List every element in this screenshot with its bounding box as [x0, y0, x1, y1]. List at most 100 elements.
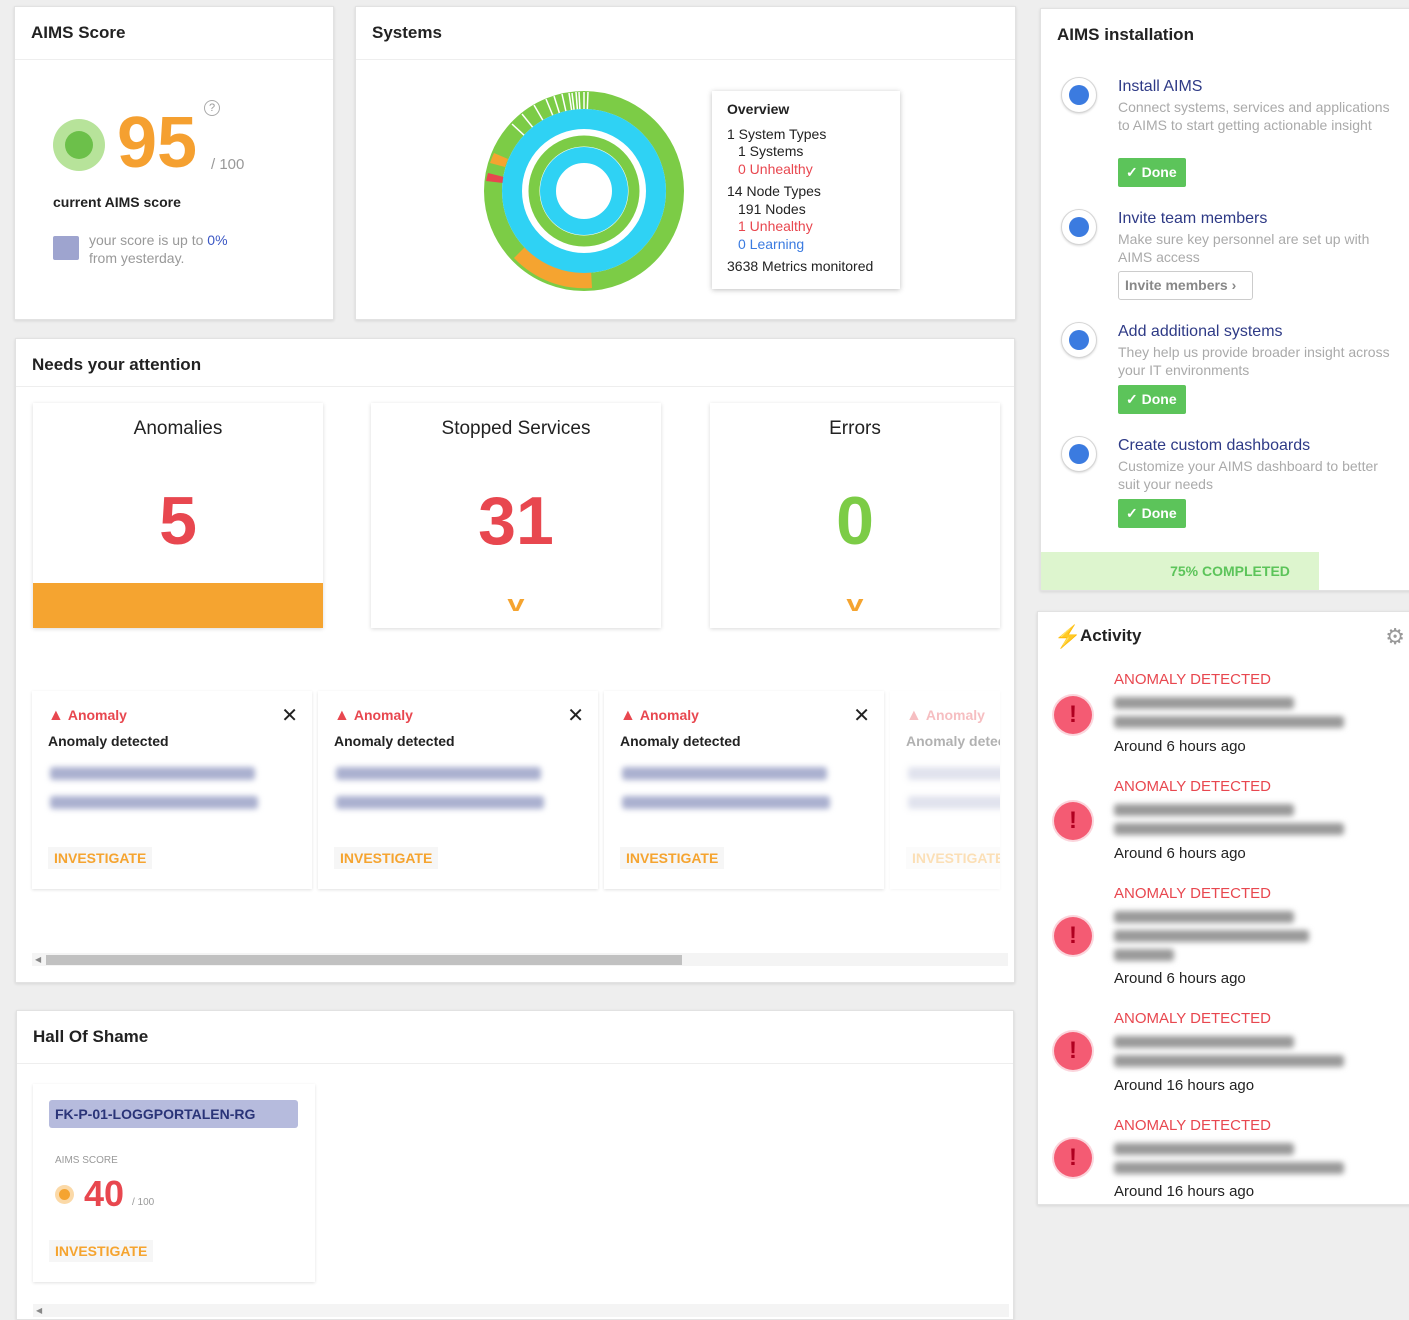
redacted-resource [908, 767, 1000, 780]
lightning-icon: ⚡ [1054, 624, 1082, 649]
anomaly-subtitle: Anomaly detected [620, 733, 741, 749]
score-value: 95 [117, 103, 198, 183]
anomaly-type: Anomaly [67, 707, 127, 723]
step-description: Connect systems, services and applicatio… [1118, 99, 1390, 133]
anomaly-card: ▲ Anomaly ✕ Anomaly detected INVESTIGATE [32, 691, 312, 889]
redacted-resource [336, 767, 541, 780]
activity-type[interactable]: ANOMALY DETECTED [1114, 1010, 1271, 1027]
chevron-down-icon[interactable]: v [652, 591, 1058, 617]
help-icon[interactable]: ? [204, 100, 220, 116]
step-radio[interactable] [1061, 322, 1097, 358]
investigate-button[interactable]: INVESTIGATE [49, 1240, 154, 1262]
activity-time: Around 6 hours ago [1114, 845, 1246, 862]
step-title[interactable]: Add additional systems [1118, 323, 1283, 341]
alert-icon: ! [1054, 802, 1092, 840]
overview-system-types: 1 System Types [727, 125, 827, 142]
done-button[interactable]: ✓ Done [1118, 385, 1186, 414]
redacted-detail [1114, 1055, 1344, 1067]
anomalies-tile[interactable]: Anomalies 5 [33, 403, 323, 628]
activity-type[interactable]: ANOMALY DETECTED [1114, 1117, 1271, 1134]
activity-title: Activity [1080, 626, 1142, 645]
horizontal-scrollbar[interactable]: ◀ [33, 1304, 1009, 1317]
scrollbar-thumb[interactable] [46, 955, 682, 965]
done-button[interactable]: ✓ Done [1118, 499, 1186, 528]
gear-icon[interactable]: ⚙ [1385, 624, 1405, 650]
anomaly-type: Anomaly [353, 707, 413, 723]
divider [15, 59, 333, 60]
activity-time: Around 16 hours ago [1114, 1077, 1255, 1094]
redacted-detail [1114, 949, 1174, 961]
step-title[interactable]: Create custom dashboards [1118, 437, 1310, 455]
hall-of-shame-title: Hall Of Shame [33, 1027, 149, 1046]
step-title[interactable]: Invite team members [1118, 210, 1267, 228]
anomaly-header: ▲ Anomaly [334, 707, 413, 725]
anomaly-header: ▲ Anomaly [620, 707, 699, 725]
resource-group-name[interactable]: FK-P-01-LOGGPORTALEN-RG [49, 1100, 298, 1128]
needs-attention-title: Needs your attention [32, 355, 202, 374]
hall-of-shame-card: Hall Of Shame FK-P-01-LOGGPORTALEN-RG AI… [16, 1010, 1014, 1320]
redacted-detail [1114, 823, 1344, 835]
done-button[interactable]: ✓ Done [1118, 158, 1186, 187]
anomaly-card: ▲ Anomaly ✕ Anomaly detected INVESTIGATE [604, 691, 884, 889]
redacted-resource [622, 767, 827, 780]
alert-icon: ! [1054, 1032, 1092, 1070]
investigate-button[interactable]: INVESTIGATE [334, 847, 439, 869]
anomaly-card: ▲ Anomaly ✕ Anomaly detected INVESTIGATE [318, 691, 598, 889]
aims-score-card: AIMS Score 95 ? / 100 current AIMS score… [14, 6, 334, 320]
step-radio[interactable] [1061, 77, 1097, 113]
aims-score-label: AIMS SCORE [55, 1155, 118, 1166]
investigate-button[interactable]: INVESTIGATE [48, 847, 153, 869]
redacted-detail [1114, 911, 1294, 923]
activity-time: Around 6 hours ago [1114, 970, 1246, 987]
scroll-left-icon[interactable]: ◀ [35, 953, 41, 966]
anomalies-bar [33, 583, 323, 628]
anomaly-subtitle: Anomaly detected [48, 733, 169, 749]
score-status-icon [53, 119, 105, 171]
stopped-services-tile[interactable]: Stopped Services 31 v [371, 403, 661, 628]
anomaly-type: Anomaly [639, 707, 699, 723]
step-radio[interactable] [1061, 209, 1097, 245]
stopped-services-count: 31 [478, 483, 554, 559]
warning-icon: ▲ [334, 707, 350, 724]
investigate-button[interactable]: INVESTIGATE [906, 847, 1000, 869]
investigate-button[interactable]: INVESTIGATE [620, 847, 725, 869]
aims-installation-title: AIMS installation [1057, 25, 1194, 44]
step-title[interactable]: Install AIMS [1118, 78, 1202, 96]
installation-progress: 75% COMPLETED [1041, 552, 1409, 590]
score-status-icon [55, 1185, 74, 1204]
trend-icon [53, 236, 79, 260]
alert-icon: ! [1054, 917, 1092, 955]
close-icon[interactable]: ✕ [281, 703, 298, 728]
redacted-resource [336, 796, 544, 809]
invite-members-button[interactable]: Invite members › [1118, 271, 1253, 300]
trend-value: 0% [207, 232, 228, 248]
redacted-resource [50, 796, 258, 809]
activity-type[interactable]: ANOMALY DETECTED [1114, 885, 1271, 902]
activity-time: Around 16 hours ago [1114, 1183, 1255, 1200]
scroll-left-icon[interactable]: ◀ [36, 1304, 42, 1317]
anomaly-type: Anomaly [925, 707, 985, 723]
warning-icon: ▲ [620, 707, 636, 724]
overview-nodes: 191 Nodes [738, 200, 806, 217]
trend-prefix: your score is up to [89, 232, 208, 248]
alert-icon: ! [1054, 1139, 1092, 1177]
activity-type[interactable]: ANOMALY DETECTED [1114, 778, 1271, 795]
close-icon[interactable]: ✕ [567, 703, 584, 728]
errors-tile[interactable]: Errors 0 v [710, 403, 1000, 628]
overview-nodes-learning: 0 Learning [738, 235, 805, 252]
activity-card: ⚡ Activity ⚙ ! ANOMALY DETECTED Around 6… [1037, 611, 1409, 1205]
activity-time: Around 6 hours ago [1114, 738, 1246, 755]
step-radio[interactable] [1061, 436, 1097, 472]
activity-type[interactable]: ANOMALY DETECTED [1114, 671, 1271, 688]
score-caption: current AIMS score [53, 194, 181, 210]
score-trend: your score is up to 0% from yesterday. [89, 231, 269, 267]
redacted-resource [50, 767, 255, 780]
needs-attention-card: Needs your attention Anomalies 5 Stopped… [15, 338, 1015, 983]
anomaly-header: ▲ Anomaly [906, 707, 985, 725]
systems-sunburst-chart[interactable] [484, 91, 684, 291]
overview-nodes-unhealthy: 1 Unhealthy [738, 218, 813, 234]
overview-node-types: 14 Node Types [727, 183, 821, 199]
horizontal-scrollbar[interactable]: ◀ [32, 953, 1008, 966]
close-icon[interactable]: ✕ [853, 703, 870, 728]
shame-score-max: / 100 [132, 1197, 155, 1208]
